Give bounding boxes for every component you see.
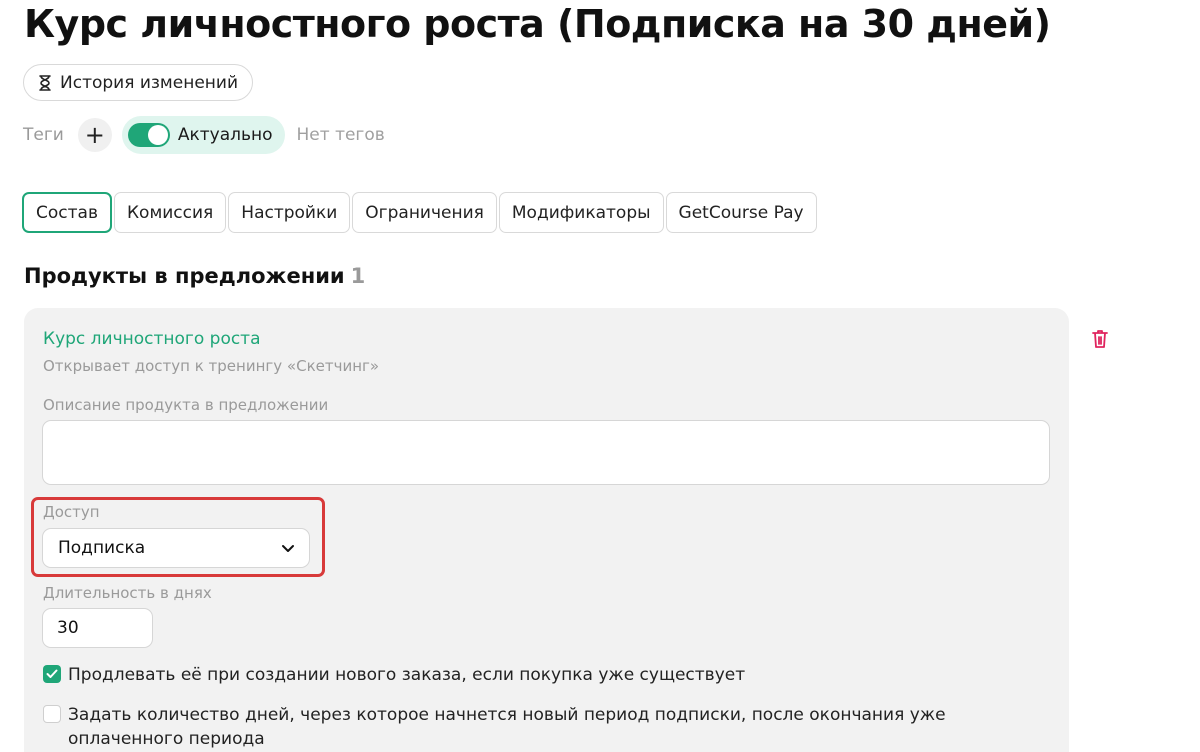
- delay-period-checkbox[interactable]: [43, 705, 61, 723]
- duration-input[interactable]: [42, 608, 153, 648]
- product-name[interactable]: Курс личностного роста: [43, 329, 261, 349]
- products-count: 1: [350, 264, 366, 288]
- actual-toggle[interactable]: [127, 123, 170, 147]
- tags-label: Теги: [23, 125, 64, 145]
- tab-bar: Состав Комиссия Настройки Ограничения Мо…: [22, 192, 817, 234]
- access-label: Доступ: [43, 503, 100, 521]
- actual-toggle-label: Актуально: [177, 125, 273, 145]
- actual-toggle-pill[interactable]: Актуально: [121, 116, 285, 154]
- plus-icon: +: [84, 121, 105, 149]
- extend-subscription-label: Продлевать её при создании нового заказа…: [68, 665, 746, 685]
- history-button-label: История изменений: [60, 72, 238, 93]
- tags-row: Теги + Актуально Нет тегов: [23, 116, 385, 154]
- no-tags-text: Нет тегов: [296, 125, 385, 145]
- tab-modifiers[interactable]: Модификаторы: [498, 192, 664, 233]
- extend-subscription-checkbox[interactable]: [43, 665, 61, 683]
- chevron-down-icon: [281, 538, 295, 558]
- tab-commission[interactable]: Комиссия: [113, 192, 227, 233]
- toggle-knob: [147, 125, 168, 145]
- tab-settings[interactable]: Настройки: [228, 192, 351, 233]
- tab-restrictions[interactable]: Ограничения: [352, 192, 497, 233]
- access-select[interactable]: Подписка: [42, 528, 310, 568]
- checkmark-icon: [46, 669, 58, 678]
- add-tag-button[interactable]: +: [77, 118, 112, 152]
- extend-subscription-option[interactable]: Продлевать её при создании нового заказа…: [43, 663, 745, 687]
- access-select-value: Подписка: [58, 538, 146, 558]
- tab-composition[interactable]: Состав: [22, 192, 112, 233]
- hourglass-icon: [38, 74, 52, 91]
- description-textarea[interactable]: [42, 420, 1050, 485]
- delete-product-button[interactable]: [1090, 328, 1110, 350]
- delay-period-option[interactable]: Задать количество дней, через которое на…: [43, 703, 1023, 751]
- page-title: Курс личностного роста (Подписка на 30 д…: [24, 2, 1051, 46]
- section-title-text: Продукты в предложении: [24, 264, 345, 288]
- duration-label: Длительность в днях: [43, 584, 212, 602]
- page: Курс личностного роста (Подписка на 30 д…: [0, 0, 1200, 752]
- products-section-title: Продукты в предложении 1: [24, 264, 365, 288]
- product-subtitle: Открывает доступ к тренингу «Скетчинг»: [43, 357, 380, 375]
- delay-period-label: Задать количество дней, через которое на…: [68, 705, 946, 749]
- history-button[interactable]: История изменений: [23, 64, 253, 101]
- trash-icon: [1092, 330, 1108, 348]
- description-label: Описание продукта в предложении: [43, 396, 329, 414]
- tab-getcourse-pay[interactable]: GetCourse Pay: [665, 192, 817, 233]
